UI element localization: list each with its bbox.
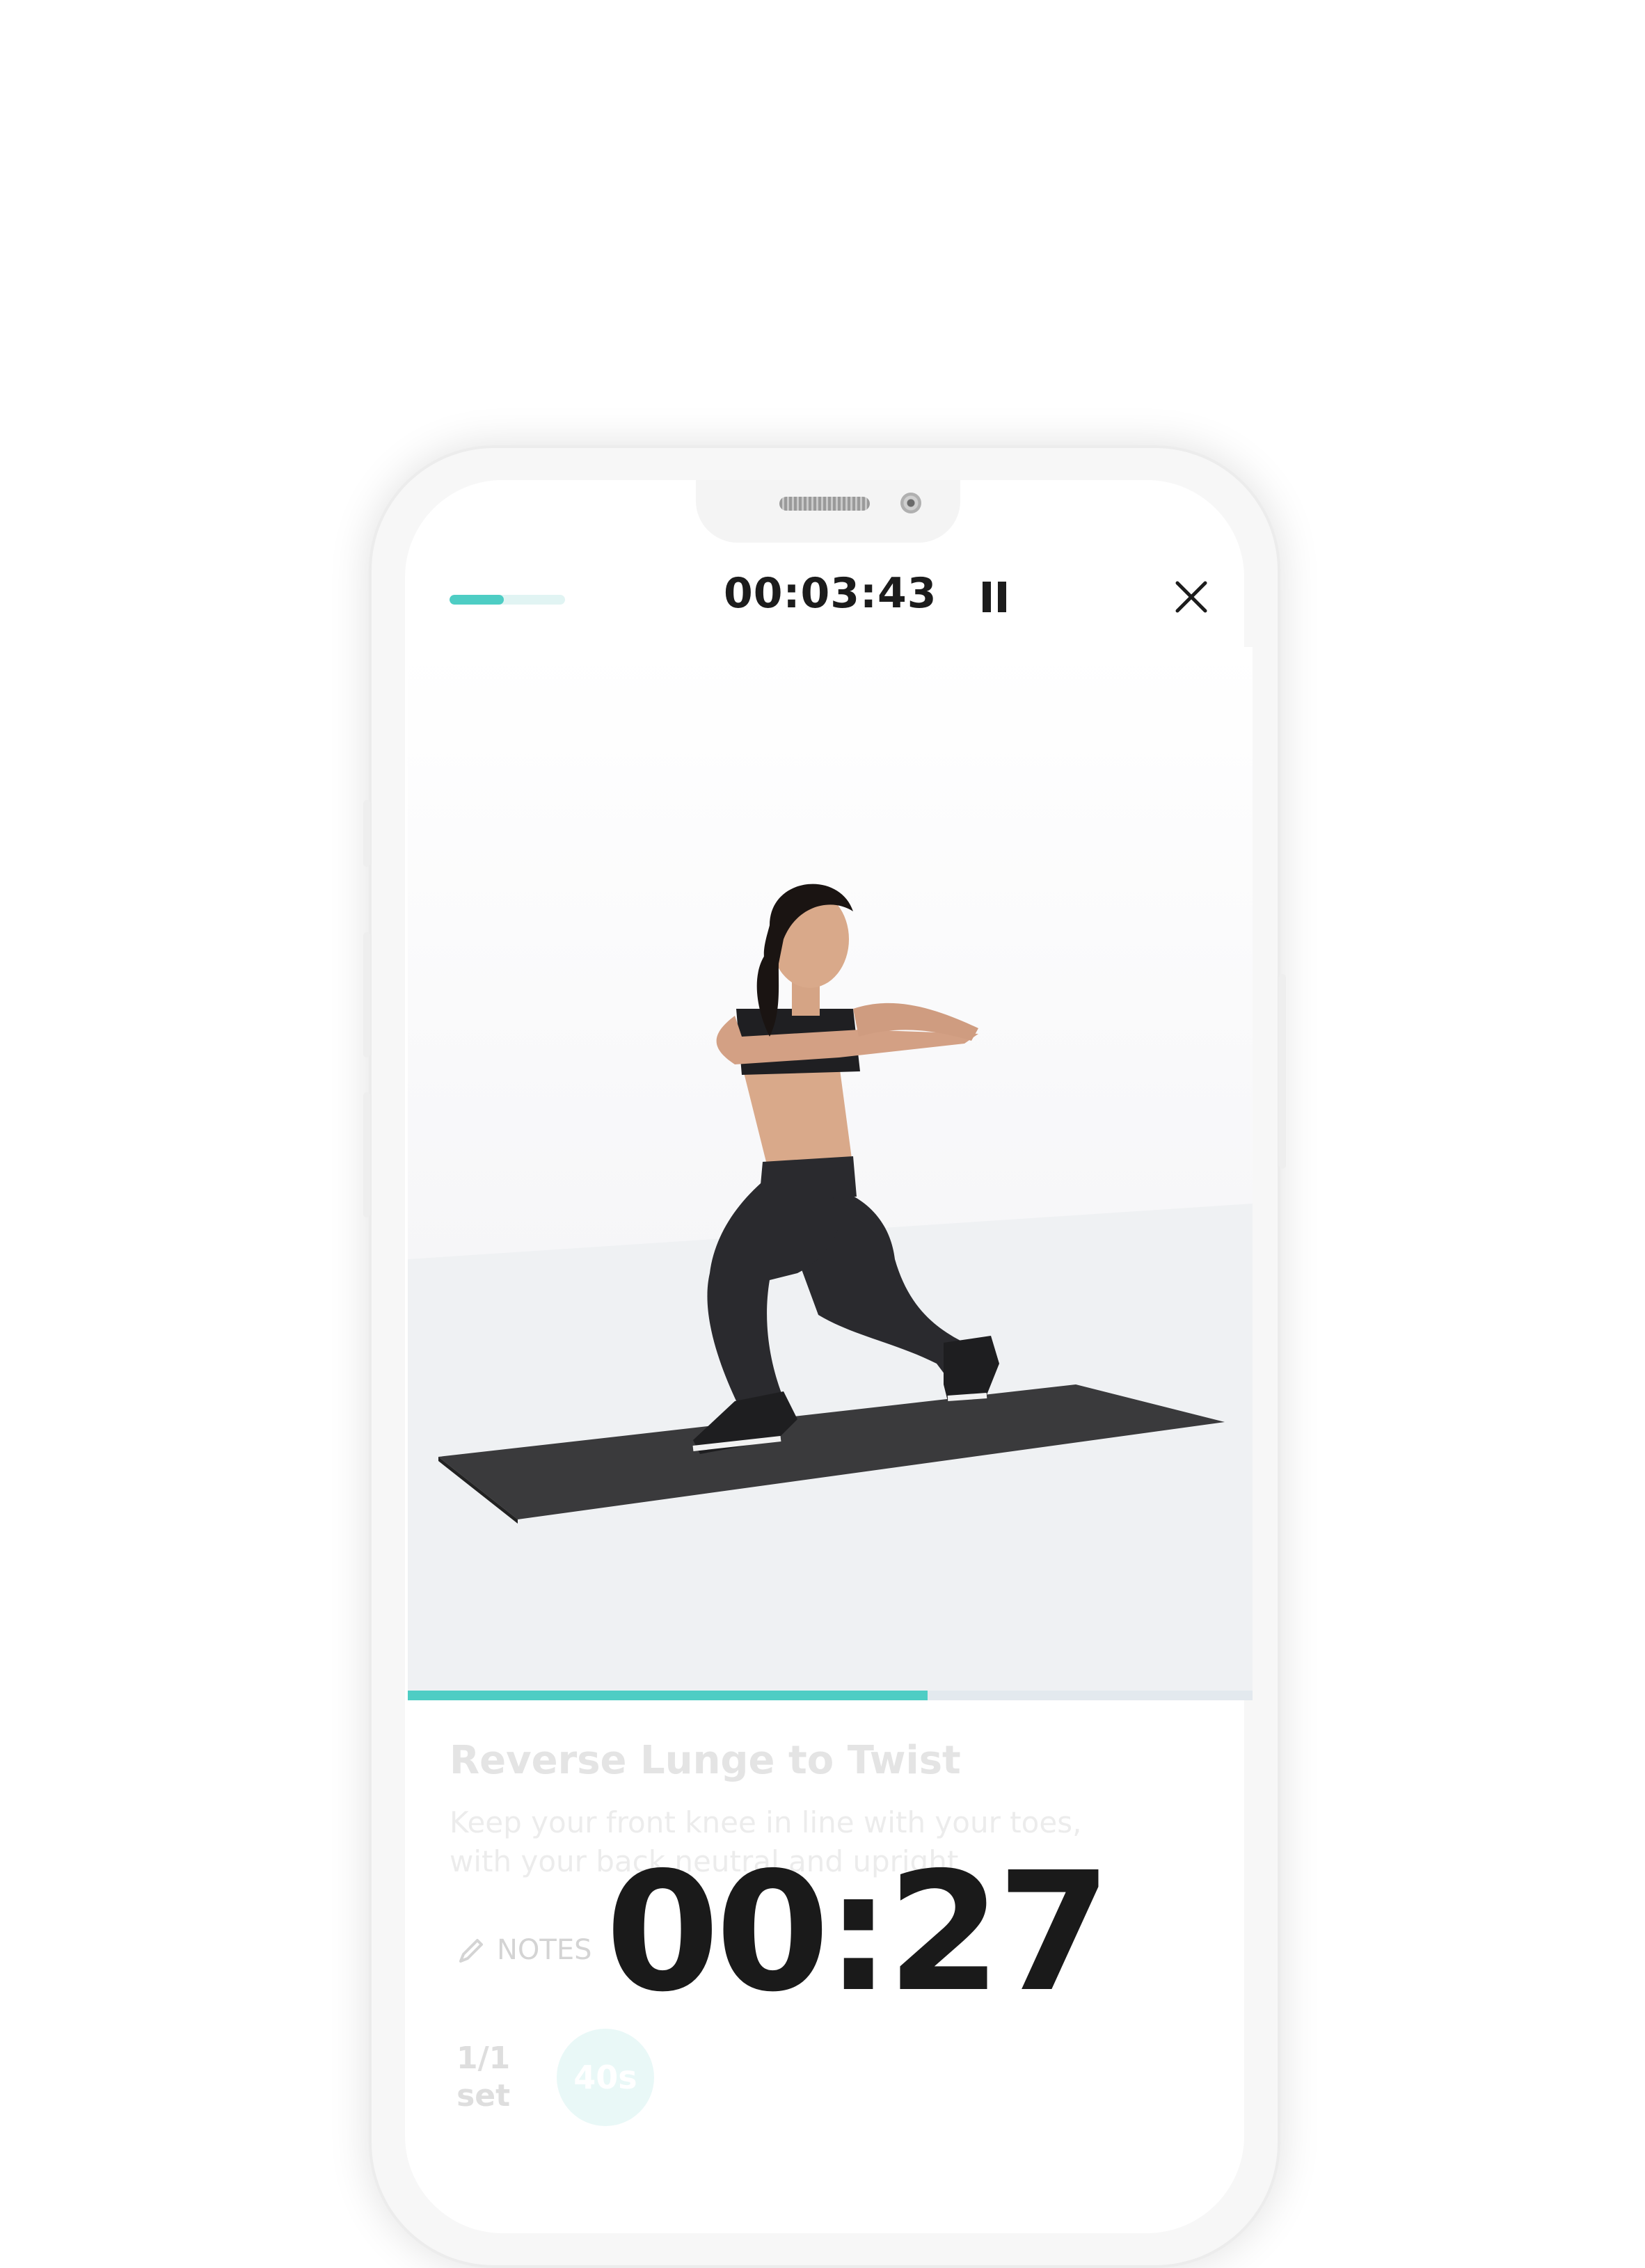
set-label: set	[456, 2078, 511, 2114]
pause-icon-bar	[998, 582, 1006, 612]
workout-progress-fill	[450, 595, 504, 605]
exercise-video[interactable]	[408, 647, 1253, 1691]
close-icon	[1175, 581, 1207, 613]
workout-progress-bar	[450, 595, 565, 605]
phone-volume-up-button	[363, 932, 370, 1057]
exercise-demo-image	[408, 884, 1253, 1691]
pause-icon	[983, 582, 991, 612]
close-button[interactable]	[1172, 577, 1211, 616]
duration-badge: 40s	[557, 2029, 654, 2126]
video-progress-bar[interactable]	[408, 1691, 1253, 1700]
phone-side-button	[363, 800, 370, 867]
elapsed-timer: 00:03:43	[724, 569, 937, 618]
notes-label: NOTES	[497, 1934, 592, 1966]
phone-volume-down-button	[363, 1092, 370, 1217]
exercise-title: Reverse Lunge to Twist	[450, 1738, 961, 1783]
pause-button[interactable]	[974, 576, 1016, 618]
front-camera	[900, 493, 921, 513]
exercise-countdown: 00:27	[605, 1837, 1111, 2028]
notes-button[interactable]: NOTES	[456, 1934, 592, 1966]
speaker-grille	[779, 497, 870, 511]
set-counter: 1/1 set	[456, 2040, 510, 2115]
video-progress-fill	[408, 1691, 928, 1700]
duration-value: 40s	[573, 2059, 637, 2096]
phone-notch	[696, 480, 960, 543]
phone-power-button	[1279, 974, 1286, 1169]
pencil-icon	[459, 1939, 483, 1963]
set-count: 1/1	[456, 2041, 511, 2076]
